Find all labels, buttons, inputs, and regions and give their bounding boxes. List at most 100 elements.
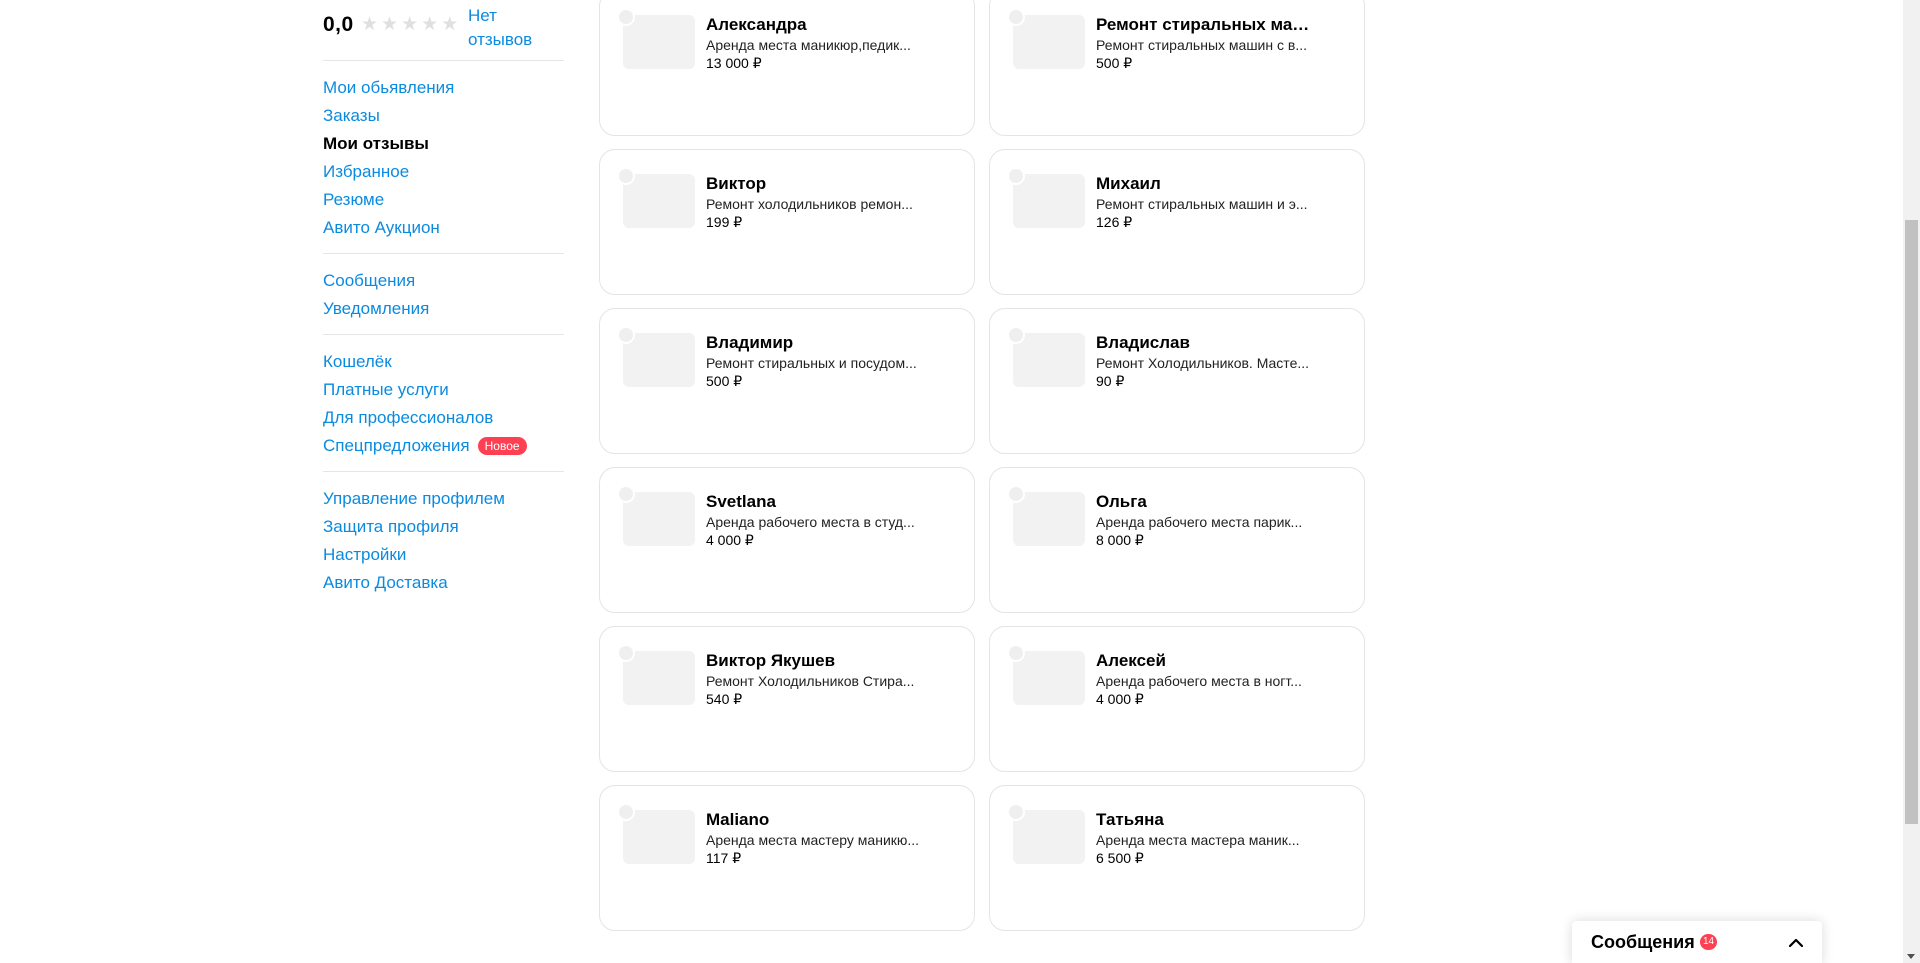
sidebar-item[interactable]: Для профессионалов (323, 404, 564, 432)
sidebar-item[interactable]: Спецпредложения Новое (323, 432, 564, 460)
listing-thumbnail (623, 651, 695, 705)
card-price: 90 ₽ (1096, 373, 1125, 389)
star-icon: ★ (441, 14, 459, 35)
card-description: Ремонт Холодильников Стира... (706, 673, 915, 689)
messenger-title: Сообщения (1591, 932, 1695, 952)
card-description: Ремонт стиральных машин с в... (1096, 37, 1307, 53)
sidebar-item-label: Управление профилем (323, 489, 505, 508)
sidebar-item[interactable]: Платные услуги (323, 376, 564, 404)
sidebar: 0,0 ★ ★ ★ ★ ★ Нет отзывов Мои обьявления… (323, 0, 564, 608)
sidebar-item-label: Избранное (323, 162, 410, 181)
review-card[interactable]: Татьяна Аренда места мастера маник... 6 50… (989, 785, 1365, 931)
review-card[interactable]: Ремонт стиральных маши... Ремонт стиральн… (989, 0, 1365, 136)
card-price: 4 000 ₽ (706, 532, 754, 548)
card-name: Татьяна (1096, 810, 1164, 829)
card-name: Владислав (1096, 333, 1190, 352)
avatar (617, 167, 635, 185)
sidebar-item[interactable]: Заказы (323, 102, 564, 130)
sidebar-nav: Мои обьявления Заказы Мои отзывы Избранное Р… (323, 61, 564, 608)
card-description: Ремонт стиральных и посудом... (706, 355, 917, 371)
listing-thumbnail (623, 333, 695, 387)
review-card[interactable]: Maliano Аренда места мастеру маникю... 117… (599, 785, 975, 931)
sidebar-item[interactable]: Уведомления (323, 295, 564, 323)
sidebar-item[interactable]: Авито Аукцион (323, 214, 564, 242)
listing-thumbnail (1013, 651, 1085, 705)
card-price: 13 000 ₽ (706, 55, 762, 71)
sidebar-item[interactable]: Резюме (323, 186, 564, 214)
card-description: Ремонт холодильников ремон... (706, 196, 913, 212)
listing-thumbnail (1013, 492, 1085, 546)
avatar (1007, 167, 1025, 185)
card-name: Ольга (1096, 492, 1147, 511)
card-description: Ремонт стиральных машин и э... (1096, 196, 1308, 212)
card-name: Виктор (706, 174, 767, 193)
card-description: Аренда места мастера маник... (1096, 832, 1300, 848)
sidebar-item-label: Уведомления (323, 299, 430, 318)
sidebar-item-label: Авито Аукцион (323, 218, 440, 237)
review-card[interactable]: Виктор Якушев Ремонт Холодильников Стира.… (599, 626, 975, 772)
star-icon: ★ (381, 14, 399, 35)
nav-group: Сообщения Уведомления (323, 254, 564, 334)
listing-thumbnail (1013, 333, 1085, 387)
review-card[interactable]: Михаил Ремонт стиральных машин и э... 126 … (989, 149, 1365, 295)
card-price: 4 000 ₽ (1096, 691, 1144, 707)
sidebar-item[interactable]: Защита профиля (323, 513, 564, 541)
vertical-scrollbar[interactable] (1903, 0, 1920, 963)
sidebar-item-label: Резюме (323, 190, 385, 209)
review-card[interactable]: Ольга Аренда рабочего места парик... 8 000… (989, 467, 1365, 613)
nav-group: Управление профилем Защита профиля Настрой… (323, 472, 564, 608)
avatar (617, 644, 635, 662)
listing-thumbnail (623, 174, 695, 228)
card-price: 6 500 ₽ (1096, 850, 1144, 866)
scroll-down-arrow-icon[interactable] (1907, 954, 1915, 959)
card-price: 8 000 ₽ (1096, 532, 1144, 548)
review-card[interactable]: Александра Аренда места маникюр,педик... 1… (599, 0, 975, 136)
new-badge: Новое (477, 437, 527, 455)
chevron-up-icon[interactable] (1788, 935, 1804, 951)
nav-group: Кошелёк Платные услуги Для профессионалов С… (323, 335, 564, 471)
nav-group: Мои обьявления Заказы Мои отзывы Избранное Р… (323, 61, 564, 253)
avatar (617, 485, 635, 503)
review-card[interactable]: Svetlana Аренда рабочего места в студ... 4… (599, 467, 975, 613)
sidebar-item[interactable]: Сообщения (323, 267, 564, 295)
card-name: Александра (706, 15, 807, 34)
sidebar-item-label: Для профессионалов (323, 408, 494, 427)
card-price: 500 ₽ (1096, 55, 1133, 71)
card-description: Аренда рабочего места в студ... (706, 514, 915, 530)
review-card[interactable]: Владислав Ремонт Холодильников. Масте... 9… (989, 308, 1365, 454)
messenger-widget[interactable]: Сообщения 14 (1572, 921, 1822, 963)
avatar (1007, 485, 1025, 503)
card-name: Ремонт стиральных маши... (1096, 15, 1316, 34)
avatar (617, 326, 635, 344)
sidebar-item[interactable]: Мои обьявления (323, 74, 564, 102)
avatar (1007, 326, 1025, 344)
sidebar-item-label: Сообщения (323, 271, 416, 290)
sidebar-item[interactable]: Кошелёк (323, 348, 564, 376)
card-description: Аренда места мастеру маникю... (706, 832, 920, 848)
card-name: Алексей (1096, 651, 1166, 670)
sidebar-item-label: Мои отзывы (323, 134, 429, 153)
listing-thumbnail (1013, 15, 1085, 69)
review-card[interactable]: Владимир Ремонт стиральных и посудом... 50… (599, 308, 975, 454)
listing-thumbnail (623, 15, 695, 69)
avatar (1007, 8, 1025, 26)
listing-thumbnail (1013, 810, 1085, 864)
sidebar-item[interactable]: Избранное (323, 158, 564, 186)
avatar (617, 803, 635, 821)
sidebar-item-label: Заказы (323, 106, 380, 125)
card-name: Виктор Якушев (706, 651, 836, 670)
page: 0,0 ★ ★ ★ ★ ★ Нет отзывов Мои обьявления… (0, 0, 1920, 963)
sidebar-item[interactable]: Настройки (323, 541, 564, 569)
sidebar-item[interactable]: Управление профилем (323, 485, 564, 513)
scrollbar-thumb[interactable] (1905, 220, 1918, 824)
listing-thumbnail (623, 492, 695, 546)
card-price: 126 ₽ (1096, 214, 1133, 230)
no-reviews-link[interactable]: Нет отзывов (468, 4, 548, 52)
sidebar-item-label: Кошелёк (323, 352, 392, 371)
sidebar-item[interactable]: Авито Доставка (323, 569, 564, 597)
review-card[interactable]: Алексей Аренда рабочего места в ногт... 4 … (989, 626, 1365, 772)
card-description: Ремонт Холодильников. Масте... (1096, 355, 1310, 371)
review-card[interactable]: Виктор Ремонт холодильников ремон... 199 ₽ (599, 149, 975, 295)
sidebar-item[interactable]: Мои отзывы (323, 130, 564, 158)
card-name: Maliano (706, 810, 770, 829)
